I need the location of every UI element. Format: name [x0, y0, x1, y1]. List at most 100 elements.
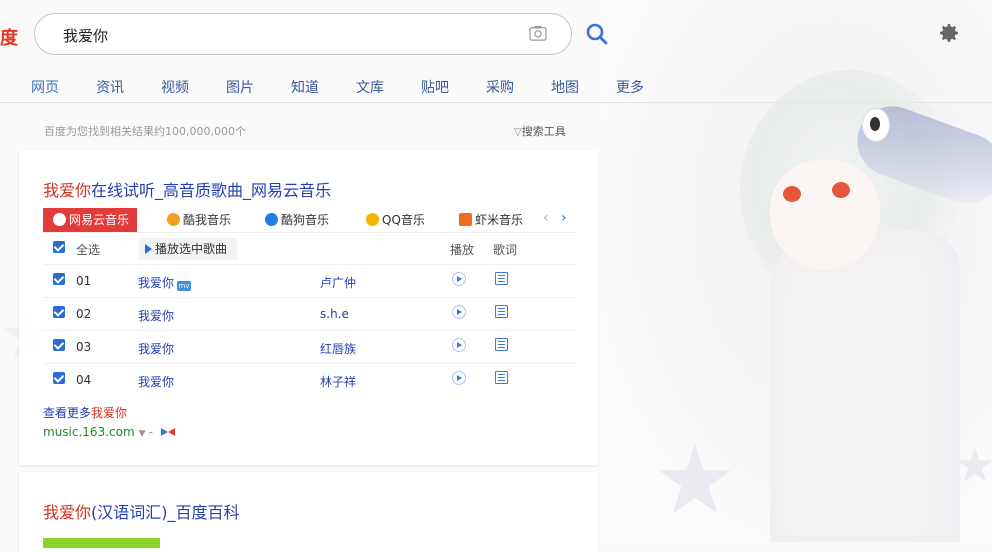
lyrics-icon[interactable] — [495, 305, 508, 318]
music-tab-label: 网易云音乐 — [69, 213, 130, 227]
select-all-checkbox[interactable] — [53, 241, 65, 253]
tabs-next-arrow-icon[interactable]: › — [561, 210, 567, 226]
character-hair-clip — [862, 108, 890, 142]
view-more-highlight: 我爱你 — [91, 406, 128, 420]
baike-thumbnail[interactable] — [43, 538, 160, 548]
result-count: 百度为您找到相关结果约100,000,000个 — [44, 125, 246, 138]
tab-shopping[interactable]: 采购 — [486, 77, 514, 97]
kuwo-music-icon — [167, 213, 180, 226]
tab-map[interactable]: 地图 — [551, 77, 579, 97]
bow-tie-icon[interactable] — [160, 428, 175, 436]
tabs-prev-arrow-icon[interactable]: ‹ — [543, 210, 549, 226]
result-title-link[interactable]: 我爱你(汉语词汇)_百度百科 — [43, 499, 240, 523]
star-icon — [659, 444, 731, 514]
play-icon[interactable] — [452, 272, 466, 286]
filter-icon: ▽ — [514, 127, 522, 138]
music-tab-netease[interactable]: 网易云音乐 — [43, 208, 138, 232]
select-all-label: 全选 — [76, 243, 101, 257]
search-tools-button[interactable]: ▽搜索工具 — [514, 123, 566, 139]
tab-tieba[interactable]: 贴吧 — [421, 77, 449, 97]
lyrics-icon[interactable] — [495, 272, 508, 285]
source-separator: - — [148, 425, 153, 439]
character-eye-left — [783, 186, 801, 202]
kugou-music-icon — [265, 213, 278, 226]
tab-video[interactable]: 视频 — [161, 77, 189, 97]
star-icon — [957, 447, 992, 482]
qq-music-icon — [366, 213, 379, 226]
song-row: 04 我爱你 林子祥 — [43, 363, 576, 396]
song-checkbox[interactable] — [53, 372, 65, 384]
artist-link[interactable]: 卢广仲 — [320, 274, 356, 291]
search-input[interactable] — [61, 14, 505, 56]
artist-link[interactable]: 林子祥 — [320, 373, 356, 390]
tab-news[interactable]: 资讯 — [96, 77, 124, 97]
search-tools-label: 搜索工具 — [521, 125, 566, 138]
character-body — [770, 230, 960, 542]
song-name-link[interactable]: 我爱你 — [138, 307, 174, 324]
song-name-link[interactable]: 我爱你 — [138, 340, 174, 357]
music-tab-xiami[interactable]: 虾米音乐 — [459, 208, 523, 232]
tab-more[interactable]: 更多 — [616, 77, 644, 97]
result-card-music: 我爱你在线试听_高音质歌曲_网易云音乐 网易云音乐 酷我音乐 酷狗音乐 QQ音乐… — [19, 150, 598, 465]
source-url: music.163.com — [43, 425, 135, 439]
result-title-link[interactable]: 我爱你在线试听_高音质歌曲_网易云音乐 — [43, 177, 331, 201]
music-source-tabs: 网易云音乐 酷我音乐 酷狗音乐 QQ音乐 虾米音乐 ‹ › — [43, 208, 576, 233]
source-dropdown-icon[interactable]: ▼ — [139, 429, 146, 439]
music-tab-qq[interactable]: QQ音乐 — [366, 208, 425, 232]
view-more-link[interactable]: 查看更多我爱你 — [43, 404, 127, 421]
tab-web[interactable]: 网页 — [31, 77, 59, 97]
music-tab-kugou[interactable]: 酷狗音乐 — [265, 208, 329, 232]
play-selected-button[interactable]: 播放选中歌曲 — [139, 238, 238, 260]
song-row: 03 我爱你 红唇族 — [43, 330, 576, 363]
title-highlight: 我爱你 — [43, 181, 92, 200]
vertical-nav-tabs: 网页 资讯 视频 图片 知道 文库 贴吧 采购 地图 更多 — [31, 77, 681, 97]
mv-icon[interactable]: mv — [177, 281, 192, 291]
play-icon[interactable] — [452, 338, 466, 352]
tab-images[interactable]: 图片 — [226, 77, 254, 97]
song-number: 02 — [76, 307, 92, 321]
artist-link[interactable]: s.h.e — [320, 307, 349, 321]
lyrics-icon[interactable] — [495, 371, 508, 384]
character-face — [770, 160, 880, 270]
search-box — [34, 13, 572, 56]
music-tab-kuwo[interactable]: 酷我音乐 — [167, 208, 231, 232]
search-button[interactable] — [585, 22, 609, 46]
lyrics-column-header: 歌词 — [493, 243, 518, 257]
result-source: music.163.com ▼ - — [43, 425, 175, 439]
nav-divider — [0, 102, 992, 103]
lyrics-icon[interactable] — [495, 338, 508, 351]
camera-icon[interactable] — [529, 25, 547, 41]
song-name-link[interactable]: 我爱你 mv — [138, 274, 192, 291]
song-number: 04 — [76, 373, 92, 387]
tab-wenku[interactable]: 文库 — [356, 77, 384, 97]
netease-music-icon — [53, 213, 66, 226]
baidu-logo-fragment[interactable]: 度 — [0, 24, 18, 50]
artist-link[interactable]: 红唇族 — [320, 340, 356, 357]
music-tab-label: 酷我音乐 — [183, 213, 232, 227]
play-icon[interactable] — [452, 305, 466, 319]
result-card-baike: 我爱你(汉语词汇)_百度百科 — [19, 472, 598, 552]
xiami-music-icon — [459, 213, 472, 226]
play-icon[interactable] — [452, 371, 466, 385]
song-number: 03 — [76, 340, 92, 354]
character-eye-right — [832, 182, 850, 198]
song-row: 02 我爱你 s.h.e — [43, 297, 576, 330]
song-list-header: 全选 播放选中歌曲 播放 歌词 — [43, 236, 576, 262]
tab-zhidao[interactable]: 知道 — [291, 77, 319, 97]
music-tab-label: 虾米音乐 — [475, 213, 524, 227]
music-tab-label: QQ音乐 — [382, 213, 425, 227]
song-number: 01 — [76, 274, 92, 288]
settings-gear-icon[interactable] — [937, 21, 961, 45]
title-text: 在线试听_高音质歌曲_网易云音乐 — [91, 181, 332, 200]
song-checkbox[interactable] — [53, 273, 65, 285]
music-tab-label: 酷狗音乐 — [281, 213, 330, 227]
song-checkbox[interactable] — [53, 339, 65, 351]
song-row: 01 我爱你 mv 卢广仲 — [43, 264, 576, 297]
song-checkbox[interactable] — [53, 306, 65, 318]
title-highlight: 我爱你 — [43, 503, 92, 522]
title-text: (汉语词汇)_百度百科 — [91, 503, 240, 522]
play-selected-label: 播放选中歌曲 — [155, 242, 228, 256]
play-column-header: 播放 — [450, 243, 475, 257]
song-name: 我爱你 — [138, 276, 175, 290]
song-name-link[interactable]: 我爱你 — [138, 373, 174, 390]
